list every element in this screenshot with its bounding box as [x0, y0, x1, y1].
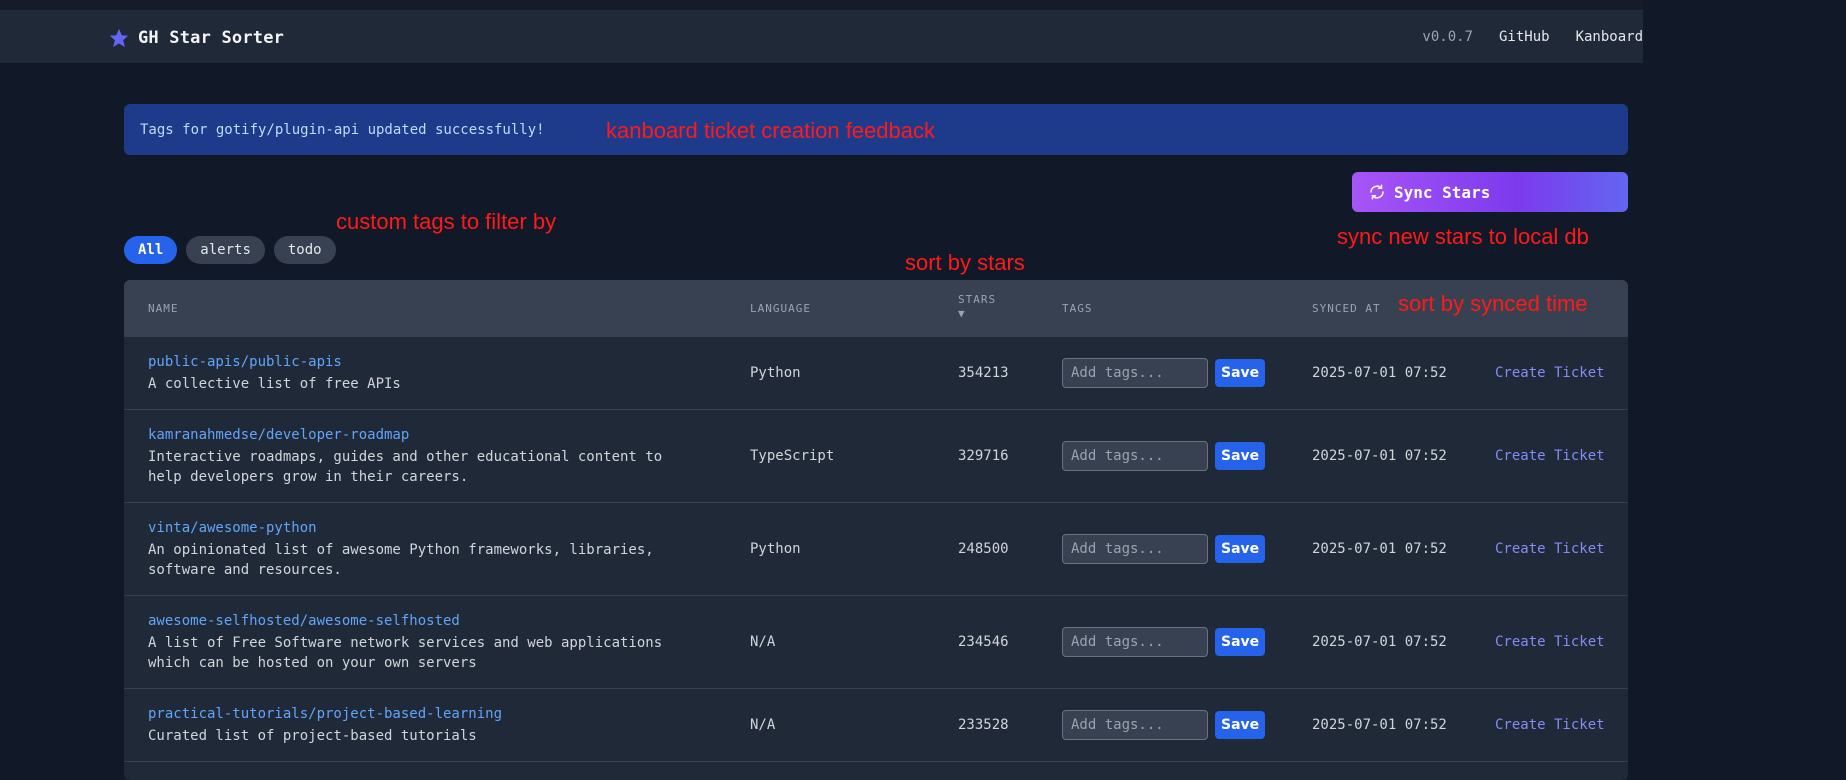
repo-description: A list of Free Software network services…	[148, 635, 663, 671]
synced-at: 2025-07-01 07:52	[1312, 448, 1447, 464]
add-tags-input[interactable]	[1062, 534, 1208, 564]
version-label: v0.0.7	[1422, 29, 1473, 45]
add-tags-input[interactable]	[1062, 441, 1208, 471]
filter-todo[interactable]: todo	[273, 236, 336, 264]
repo-cell: awesome-selfhosted/awesome-selfhosted A …	[148, 613, 662, 673]
repo-table: NAME LANGUAGE STARS ▼ TAGS SYNCED AT sor…	[124, 280, 1628, 780]
repo-name-link[interactable]: public-apis/public-apis	[148, 354, 401, 370]
annotation-sync: sync new stars to local db	[1337, 224, 1589, 249]
repo-cell: kamranahmedse/developer-roadmap Interact…	[148, 427, 662, 487]
repo-cell: practical-tutorials/project-based-learni…	[148, 706, 502, 746]
repo-cell: public-apis/public-apis A collective lis…	[148, 354, 401, 394]
table-row: vinta/awesome-python An opinionated list…	[124, 503, 1628, 596]
create-ticket-link[interactable]: Create Ticket	[1495, 365, 1605, 381]
star-icon	[109, 28, 129, 48]
add-tags-input[interactable]	[1062, 710, 1208, 740]
repo-description: An opinionated list of awesome Python fr…	[148, 542, 654, 578]
annotation-sort-stars: sort by stars	[905, 250, 1025, 275]
synced-at: 2025-07-01 07:52	[1312, 634, 1447, 650]
save-tags-button[interactable]: Save	[1215, 628, 1265, 656]
annotation-tags: custom tags to filter by	[336, 209, 557, 234]
create-ticket-link[interactable]: Create Ticket	[1495, 541, 1605, 557]
col-language[interactable]: LANGUAGE	[750, 302, 811, 315]
col-stars[interactable]: STARS ▼	[958, 293, 996, 321]
sort-arrow-icon: ▼	[958, 307, 966, 320]
tag-filters: All alerts todo	[124, 236, 336, 264]
filter-all[interactable]: All	[124, 236, 178, 264]
col-stars-label: STARS	[958, 293, 997, 306]
sync-stars-button[interactable]: Sync Stars	[1352, 172, 1628, 212]
save-tags-button[interactable]: Save	[1215, 711, 1265, 739]
repo-stars: 234546	[958, 634, 1009, 650]
col-name[interactable]: NAME	[148, 302, 179, 315]
col-synced-at[interactable]: SYNCED AT	[1312, 302, 1381, 315]
kanboard-link[interactable]: Kanboard	[1576, 29, 1643, 45]
save-tags-button[interactable]: Save	[1215, 359, 1265, 387]
brand[interactable]: GH Star Sorter	[108, 27, 284, 49]
repo-language: N/A	[750, 634, 776, 650]
col-tags: TAGS	[1062, 302, 1093, 315]
filter-alerts[interactable]: alerts	[186, 236, 265, 264]
synced-at: 2025-07-01 07:52	[1312, 717, 1447, 733]
create-ticket-link[interactable]: Create Ticket	[1495, 634, 1605, 650]
app-header: GH Star Sorter v0.0.7 GitHub Kanboard	[0, 10, 1643, 63]
create-ticket-link[interactable]: Create Ticket	[1495, 717, 1605, 733]
repo-language: N/A	[750, 717, 776, 733]
add-tags-input[interactable]	[1062, 358, 1208, 388]
sync-stars-label: Sync Stars	[1394, 182, 1491, 202]
table-row: awesome-selfhosted/awesome-selfhosted A …	[124, 596, 1628, 689]
table-row: public-apis/public-apis A collective lis…	[124, 337, 1628, 410]
repo-description: A collective list of free APIs	[148, 376, 401, 392]
add-tags-input[interactable]	[1062, 627, 1208, 657]
repo-language: Python	[750, 541, 801, 557]
save-tags-button[interactable]: Save	[1215, 442, 1265, 470]
annotation-sort-synced: sort by synced time	[1398, 291, 1588, 316]
repo-language: Python	[750, 365, 801, 381]
synced-at: 2025-07-01 07:52	[1312, 365, 1447, 381]
save-tags-button[interactable]: Save	[1215, 535, 1265, 563]
sync-icon	[1370, 184, 1384, 200]
synced-at: 2025-07-01 07:52	[1312, 541, 1447, 557]
repo-name-link[interactable]: vinta/awesome-python	[148, 520, 654, 536]
github-link[interactable]: GitHub	[1499, 29, 1550, 45]
repo-name-link[interactable]: awesome-selfhosted/awesome-selfhosted	[148, 613, 662, 629]
table-row: practical-tutorials/project-based-learni…	[124, 689, 1628, 762]
repo-language: TypeScript	[750, 448, 835, 464]
repo-cell: vinta/awesome-python An opinionated list…	[148, 520, 654, 580]
app-title: GH Star Sorter	[138, 28, 285, 48]
table-row: kamranahmedse/developer-roadmap Interact…	[124, 410, 1628, 503]
alert-message: Tags for gotify/plugin-api updated succe…	[140, 121, 545, 138]
repo-name-link[interactable]: practical-tutorials/project-based-learni…	[148, 706, 502, 722]
top-nav: v0.0.7 GitHub Kanboard	[1422, 29, 1643, 45]
repo-description: Interactive roadmaps, guides and other e…	[148, 449, 663, 485]
annotation-feedback: kanboard ticket creation feedback	[606, 118, 935, 143]
create-ticket-link[interactable]: Create Ticket	[1495, 448, 1605, 464]
repo-stars: 233528	[958, 717, 1009, 733]
top-strip	[0, 0, 1643, 10]
repo-stars: 248500	[958, 541, 1009, 557]
repo-stars: 329716	[958, 448, 1009, 464]
repo-description: Curated list of project-based tutorials	[148, 728, 477, 744]
repo-stars: 354213	[958, 365, 1009, 381]
repo-name-link[interactable]: kamranahmedse/developer-roadmap	[148, 427, 662, 443]
